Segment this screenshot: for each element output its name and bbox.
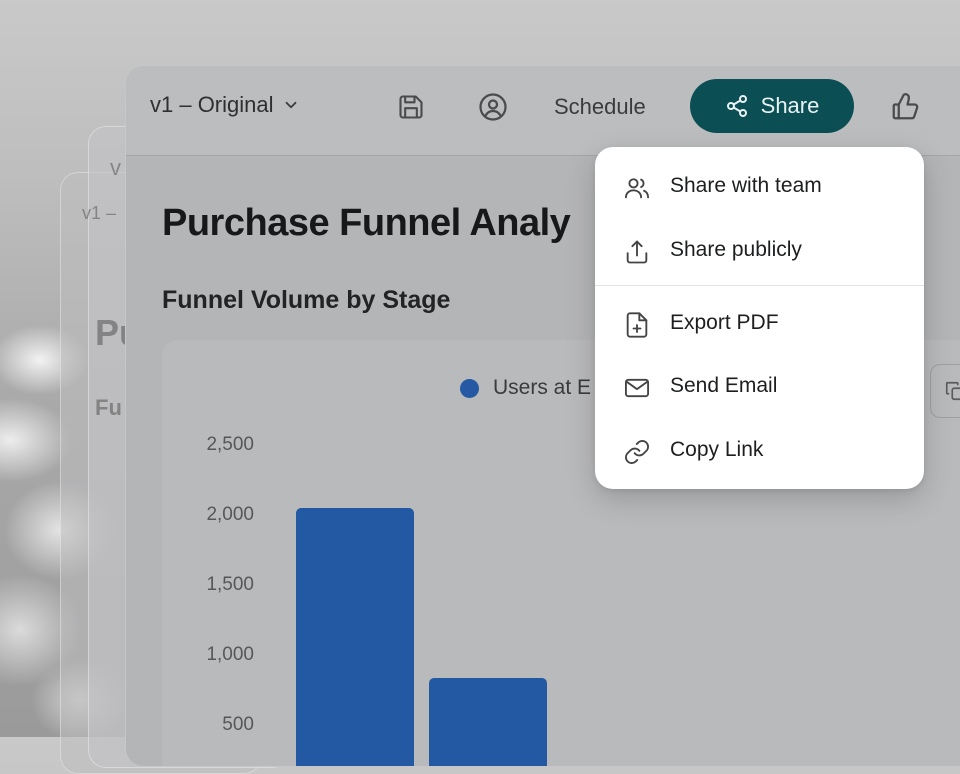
- toolbar: v1 – Original Schedule Share: [126, 66, 960, 156]
- user-circle-icon: [479, 93, 507, 121]
- y-tick-label: 1,000: [206, 644, 254, 665]
- save-button[interactable]: [394, 90, 428, 124]
- menu-item-label: Send Email: [670, 374, 778, 397]
- page-title: Purchase Funnel Analy: [162, 202, 571, 244]
- chart-title: Funnel Volume by Stage: [162, 286, 451, 314]
- menu-item-send-email[interactable]: Send Email: [595, 362, 924, 410]
- version-selector[interactable]: v1 – Original: [150, 92, 300, 118]
- legend-label: Users at E: [493, 376, 592, 399]
- thumbs-up-icon: [892, 93, 919, 120]
- share-button-label: Share: [760, 93, 820, 118]
- schedule-button[interactable]: Schedule: [554, 94, 646, 120]
- profile-button[interactable]: [476, 90, 510, 124]
- menu-item-copy-link[interactable]: Copy Link: [595, 426, 924, 474]
- users-icon: [624, 178, 650, 199]
- menu-item-share-publicly[interactable]: Share publicly: [595, 226, 924, 274]
- like-button[interactable]: [888, 90, 922, 124]
- ghost-version-text-back: v1 –: [82, 203, 117, 223]
- chart-legend[interactable]: Users at E: [460, 376, 591, 400]
- legend-swatch: [460, 378, 479, 398]
- ghost-subtitle-text: Fu: [95, 395, 122, 420]
- copy-chart-button[interactable]: [930, 364, 960, 418]
- menu-item-label: Share publicly: [670, 238, 802, 261]
- version-label: v1 – Original: [150, 92, 274, 117]
- y-tick-label: 2,000: [206, 504, 254, 525]
- share-menu: Share with team Share publicly Export PD…: [595, 147, 924, 489]
- y-tick-label: 500: [222, 714, 254, 735]
- y-tick-label: 2,500: [206, 434, 254, 455]
- copy-icon: [945, 381, 960, 401]
- link-icon: [624, 439, 650, 465]
- menu-divider: [595, 285, 924, 286]
- share-button[interactable]: Share: [690, 79, 854, 133]
- mail-icon: [624, 378, 650, 398]
- ghost-version-text: v: [110, 155, 121, 180]
- upload-icon: [626, 240, 648, 264]
- menu-item-label: Share with team: [670, 174, 822, 197]
- save-icon: [399, 95, 423, 119]
- chevron-down-icon: [285, 101, 296, 109]
- menu-item-label: Copy Link: [670, 438, 764, 461]
- chart-bar[interactable]: [429, 678, 547, 766]
- share-icon: [726, 95, 747, 117]
- menu-item-export-pdf[interactable]: Export PDF: [595, 299, 924, 347]
- menu-item-share-with-team[interactable]: Share with team: [595, 162, 924, 210]
- file-plus-icon: [626, 312, 648, 338]
- menu-item-label: Export PDF: [670, 311, 779, 334]
- y-tick-label: 1,500: [206, 574, 254, 595]
- chart-bar[interactable]: [296, 507, 414, 766]
